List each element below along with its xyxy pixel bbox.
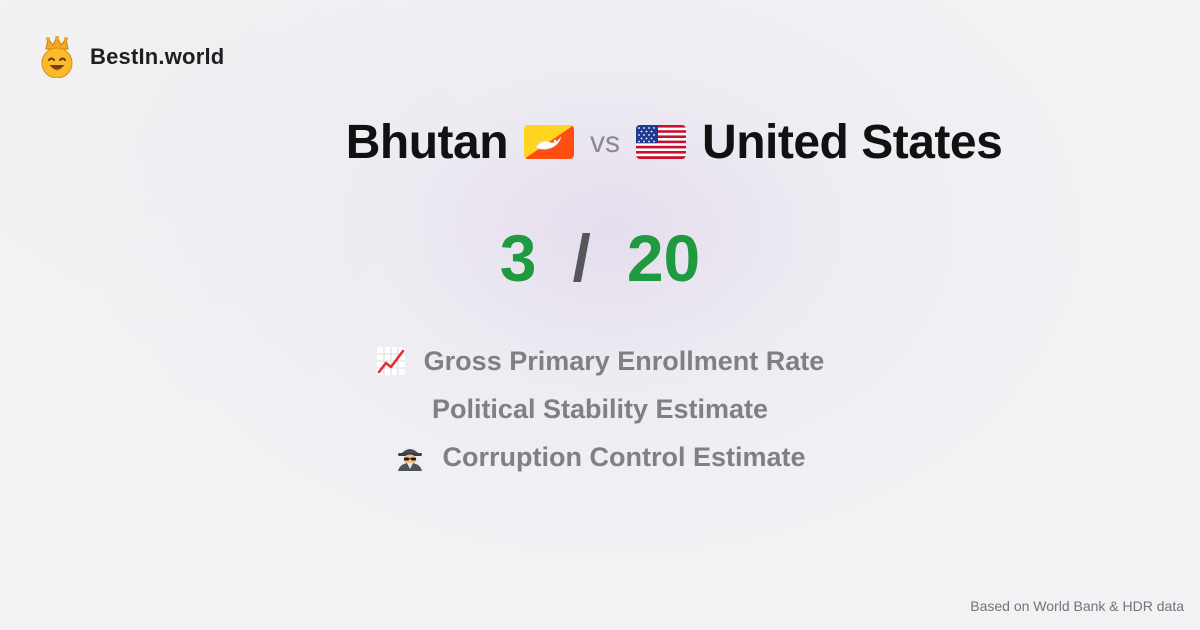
chart-increasing-icon — [376, 347, 405, 375]
detective-icon — [397, 449, 422, 471]
metric-label: Corruption Control Estimate — [442, 441, 806, 472]
bhutan-flag-icon — [524, 125, 575, 159]
metric-label: Political Stability Estimate — [431, 393, 769, 424]
brand-name: BestIn.world — [90, 44, 225, 69]
score-country-b: 20 — [626, 221, 701, 295]
metric-item[interactable]: Political Stability Estimate — [0, 385, 1200, 433]
brand[interactable]: BestIn.world — [38, 36, 224, 78]
vs-label: vs — [590, 126, 621, 159]
score-country-a: 3 — [499, 221, 537, 295]
score: 3 / 20 — [0, 218, 1200, 298]
country-a-name[interactable]: Bhutan — [346, 115, 509, 170]
metric-label: Gross Primary Enrollment Rate — [423, 345, 825, 376]
score-separator: / — [572, 221, 591, 295]
metric-item[interactable]: Gross Primary Enrollment Rate — [0, 337, 1200, 385]
data-source-note: Based on World Bank & HDR data — [970, 598, 1184, 614]
comparison-heading: Bhutan vs United States — [0, 110, 1200, 174]
country-b-name[interactable]: United States — [702, 115, 1003, 170]
crowned-smiley-icon — [41, 36, 73, 78]
background — [0, 0, 1200, 630]
metric-item[interactable]: Corruption Control Estimate — [0, 433, 1200, 481]
united-states-flag-icon — [636, 125, 687, 159]
metric-list: Gross Primary Enrollment Rate Political … — [0, 337, 1200, 481]
